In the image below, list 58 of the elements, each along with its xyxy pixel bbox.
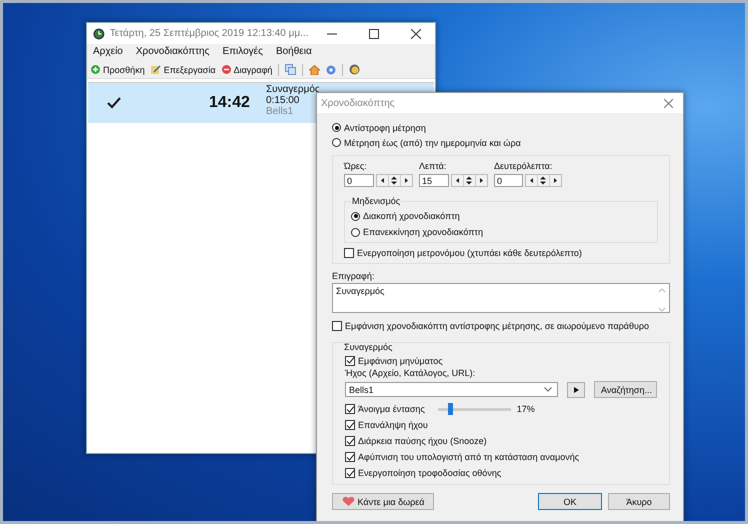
info-icon[interactable] <box>326 64 336 74</box>
toolbar-button[interactable]: Επεξεργασία <box>150 64 216 74</box>
cancel-button[interactable]: Άκυρο <box>608 493 670 510</box>
volume-reading: 17% <box>516 404 535 414</box>
donate-button[interactable]: Κάντε μια δωρεά <box>332 493 434 510</box>
radio-option[interactable]: Μέτρηση έως (από) την ημερομηνία και ώρα <box>332 135 670 150</box>
toolbar-button[interactable]: Διαγραφή <box>222 64 272 74</box>
window-title: Τετάρτη, 25 Σεπτέμβριος 2019 12:13:40 μμ... <box>110 28 308 39</box>
field-label: Ώρες: <box>344 161 368 172</box>
ok-button[interactable]: OK <box>538 493 602 510</box>
minus-icon <box>222 65 231 74</box>
play-button[interactable] <box>567 382 585 398</box>
timer-name: Συναγερμός <box>266 84 320 94</box>
copy-icon[interactable] <box>285 64 296 75</box>
caption-text-area[interactable]: Συναγερμός <box>332 283 670 313</box>
toolbar-button[interactable]: Προσθήκη <box>91 64 145 74</box>
menu-item[interactable]: Επιλογές <box>222 46 263 59</box>
checkbox-option[interactable]: Εμφάνιση χρονοδιακόπτη αντίστροφης μέτρησης, σε αιωρούμενο παράθυρο <box>332 318 670 333</box>
field-label: Ήχος (Αρχείο, Κατάλογος, URL): <box>345 368 476 379</box>
checkbox-option[interactable]: Επανάληψη ήχου <box>345 418 428 432</box>
menu-item[interactable]: Χρονοδιακόπτης <box>136 46 210 59</box>
group-title: Μηδενισμός <box>351 196 402 206</box>
radio-option[interactable]: Αντίστροφη μέτρηση <box>332 120 670 135</box>
plus-icon <box>91 65 100 74</box>
dialog-title: Χρονοδιακόπτης <box>321 98 396 108</box>
checkbox-option[interactable]: Εμφάνιση μηνύματος <box>345 353 657 368</box>
spinner-control[interactable] <box>451 174 488 187</box>
field-label: Επιγραφή: <box>332 271 376 282</box>
checkbox-option[interactable]: Ενεργοποίηση τροφοδοσίας οθόνης <box>345 466 502 480</box>
group-title: Συναγερμός <box>343 342 394 352</box>
play-icon <box>574 386 579 392</box>
timer-duration: 0:15:00 <box>266 94 300 106</box>
number-field[interactable]: 15 <box>419 174 449 187</box>
timer-sound: Bells1 <box>266 106 294 116</box>
field-label: Λεπτά: <box>419 161 448 172</box>
scrollbar-icon <box>658 286 666 314</box>
house-icon[interactable] <box>309 64 320 74</box>
field-label: Δευτερόλεπτα: <box>494 161 554 172</box>
heart-icon <box>342 497 355 506</box>
checkmark-icon[interactable] <box>107 97 121 109</box>
browse-button[interactable]: Αναζήτηση... <box>594 381 657 398</box>
checkbox-option[interactable]: Διάρκεια παύσης ήχου (Snooze) <box>345 434 487 448</box>
checkbox-option[interactable]: Άνοιγμα έντασης <box>345 402 425 416</box>
menu-item[interactable]: Βοήθεια <box>276 46 312 59</box>
radio-option[interactable]: Επανεκκίνηση χρονοδιακόπτη <box>351 224 651 240</box>
pencil-icon <box>150 65 161 74</box>
spinner-control[interactable] <box>525 174 562 187</box>
checkbox-option[interactable]: Ενεργοποίηση μετρονόμου (χτυπάει κάθε δευτερόλεπτο) <box>344 245 658 260</box>
chevron-down-icon <box>544 387 552 392</box>
timer-time: 14:42 <box>209 94 251 112</box>
radio-option[interactable]: Διακοπή χρονοδιακόπτη <box>351 208 651 224</box>
number-field[interactable]: 0 <box>494 174 523 187</box>
sound-dropdown[interactable]: Bells1 <box>345 382 558 397</box>
number-field[interactable]: 0 <box>344 174 374 187</box>
menu-item[interactable]: Αρχείο <box>93 46 123 59</box>
checkmark-icon <box>346 356 354 365</box>
spinner-control[interactable] <box>376 174 413 187</box>
checkbox-option[interactable]: Αφύπνιση του υπολογιστή από τη κατάσταση αναμονής <box>345 450 580 464</box>
